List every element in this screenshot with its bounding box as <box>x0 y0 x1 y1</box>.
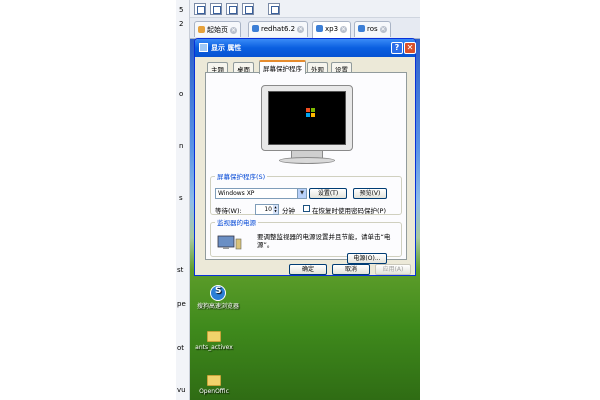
tab-screensaver[interactable]: 屏幕保护程序 <box>259 60 306 74</box>
host-tab-ros[interactable]: ros ✕ <box>354 21 391 37</box>
dialog-button-bar: 确定 取消 应用(A) <box>195 263 415 277</box>
desktop-icon-label: OpenOffic <box>199 388 229 395</box>
display-icon <box>199 43 208 52</box>
folder-icon <box>207 331 221 342</box>
close-icon[interactable]: ✕ <box>340 26 348 33</box>
vm-icon <box>316 25 323 32</box>
folder-icon <box>207 375 221 386</box>
host-tab-home[interactable]: 起始页 ✕ <box>194 21 241 37</box>
spin-arrows-icon[interactable]: ▲ ▼ <box>273 205 278 214</box>
close-button[interactable]: ✕ <box>404 42 416 54</box>
close-icon[interactable]: ✕ <box>379 26 387 33</box>
wait-unit: 分钟 <box>282 207 295 215</box>
monitor-base <box>279 157 335 164</box>
password-resume-label: 在恢复时使用密码保护(P) <box>312 207 386 215</box>
ok-button[interactable]: 确定 <box>289 264 327 275</box>
host-left-label: 2 <box>179 20 184 28</box>
host-left-label: vu <box>177 386 186 394</box>
apply-button[interactable]: 应用(A) <box>375 264 411 275</box>
host-left-label: st <box>177 266 184 274</box>
sogou-browser-icon <box>210 285 226 301</box>
host-left-label: pe <box>177 300 186 308</box>
console-icon[interactable] <box>242 3 254 15</box>
monitor-preview <box>261 85 353 167</box>
screensaver-panel: 屏幕保护程序(S) Windows XP ▼ 设置(T) 预览(V) 等待(W)… <box>205 72 407 264</box>
wait-value: 10 <box>264 206 272 213</box>
layout-icon[interactable] <box>194 3 206 15</box>
preview-button[interactable]: 预览(V) <box>353 188 387 199</box>
preview-screen <box>268 91 346 145</box>
host-left-label: 5 <box>179 6 184 14</box>
desktop-icon-ants[interactable]: ants_activex <box>190 331 238 351</box>
password-resume-checkbox[interactable] <box>303 205 310 212</box>
home-icon <box>198 26 205 33</box>
split-view-icon[interactable] <box>210 3 222 15</box>
desktop-icon-label: 搜狗高速浏览器 <box>196 303 239 310</box>
host-tab-xp3[interactable]: xp3 ✕ <box>312 21 352 39</box>
monitor-power-group: 监视器的电源 要调整监视器的电源设置并且节能，请单击“电源”。 电源(O)... <box>210 217 402 264</box>
host-tab-redhat[interactable]: redhat6.2 ✕ <box>248 21 309 37</box>
host-left-label: o <box>179 90 184 98</box>
host-tab-label: xp3 <box>325 25 339 33</box>
host-tab-label: redhat6.2 <box>261 25 296 33</box>
vm-icon <box>358 25 365 32</box>
settings-button[interactable]: 设置(T) <box>309 188 347 199</box>
dialog-titlebar[interactable]: 显示 属性 ? ✕ <box>195 39 416 57</box>
screensaver-select[interactable]: Windows XP ▼ <box>215 188 307 199</box>
wait-label: 等待(W): <box>215 207 242 215</box>
monitor-frame <box>261 85 353 151</box>
host-tab-label: ros <box>367 25 378 33</box>
host-tab-label: 起始页 <box>207 26 228 34</box>
host-tab-strip: 起始页 ✕ redhat6.2 ✕ xp3 ✕ ros ✕ <box>190 18 420 39</box>
host-toolbar <box>190 0 420 18</box>
monitor-power-group-label: 监视器的电源 <box>217 219 256 227</box>
close-icon[interactable]: ✕ <box>230 27 237 34</box>
desktop-icon-label: ants_activex <box>195 344 233 351</box>
chevron-down-icon[interactable]: ▼ <box>297 189 306 198</box>
help-button[interactable]: ? <box>391 42 403 54</box>
desktop-icon-openoffice[interactable]: OpenOffic <box>190 375 238 395</box>
dialog-title: 显示 属性 <box>211 44 242 52</box>
screensaver-selected: Windows XP <box>218 190 255 197</box>
power-monitor-icon <box>217 235 242 250</box>
vm-icon <box>252 25 259 32</box>
host-left-label: ot <box>177 344 185 352</box>
host-left-label: n <box>179 142 184 150</box>
close-icon[interactable]: ✕ <box>297 26 305 33</box>
host-left-label: s <box>179 194 183 202</box>
screensaver-group-label: 屏幕保护程序(S) <box>217 173 266 181</box>
power-description: 要调整监视器的电源设置并且节能，请单击“电源”。 <box>257 233 391 249</box>
desktop-icon-sogou[interactable]: 搜狗高速浏览器 <box>194 285 242 310</box>
fullscreen-icon[interactable] <box>226 3 238 15</box>
window-mode-icon[interactable] <box>268 3 280 15</box>
host-left-panel: 5 2 o n s st pe ot vu <box>176 0 190 400</box>
cancel-button[interactable]: 取消 <box>332 264 370 275</box>
display-properties-dialog: 显示 属性 ? ✕ 主题 桌面 屏幕保护程序 外观 设置 屏幕保护程序(S) W… <box>194 38 416 276</box>
windows-logo-icon <box>297 106 321 122</box>
wait-minutes-stepper[interactable]: 10 ▲ ▼ <box>255 204 279 215</box>
screensaver-group: 屏幕保护程序(S) Windows XP ▼ 设置(T) 预览(V) 等待(W)… <box>210 171 402 215</box>
